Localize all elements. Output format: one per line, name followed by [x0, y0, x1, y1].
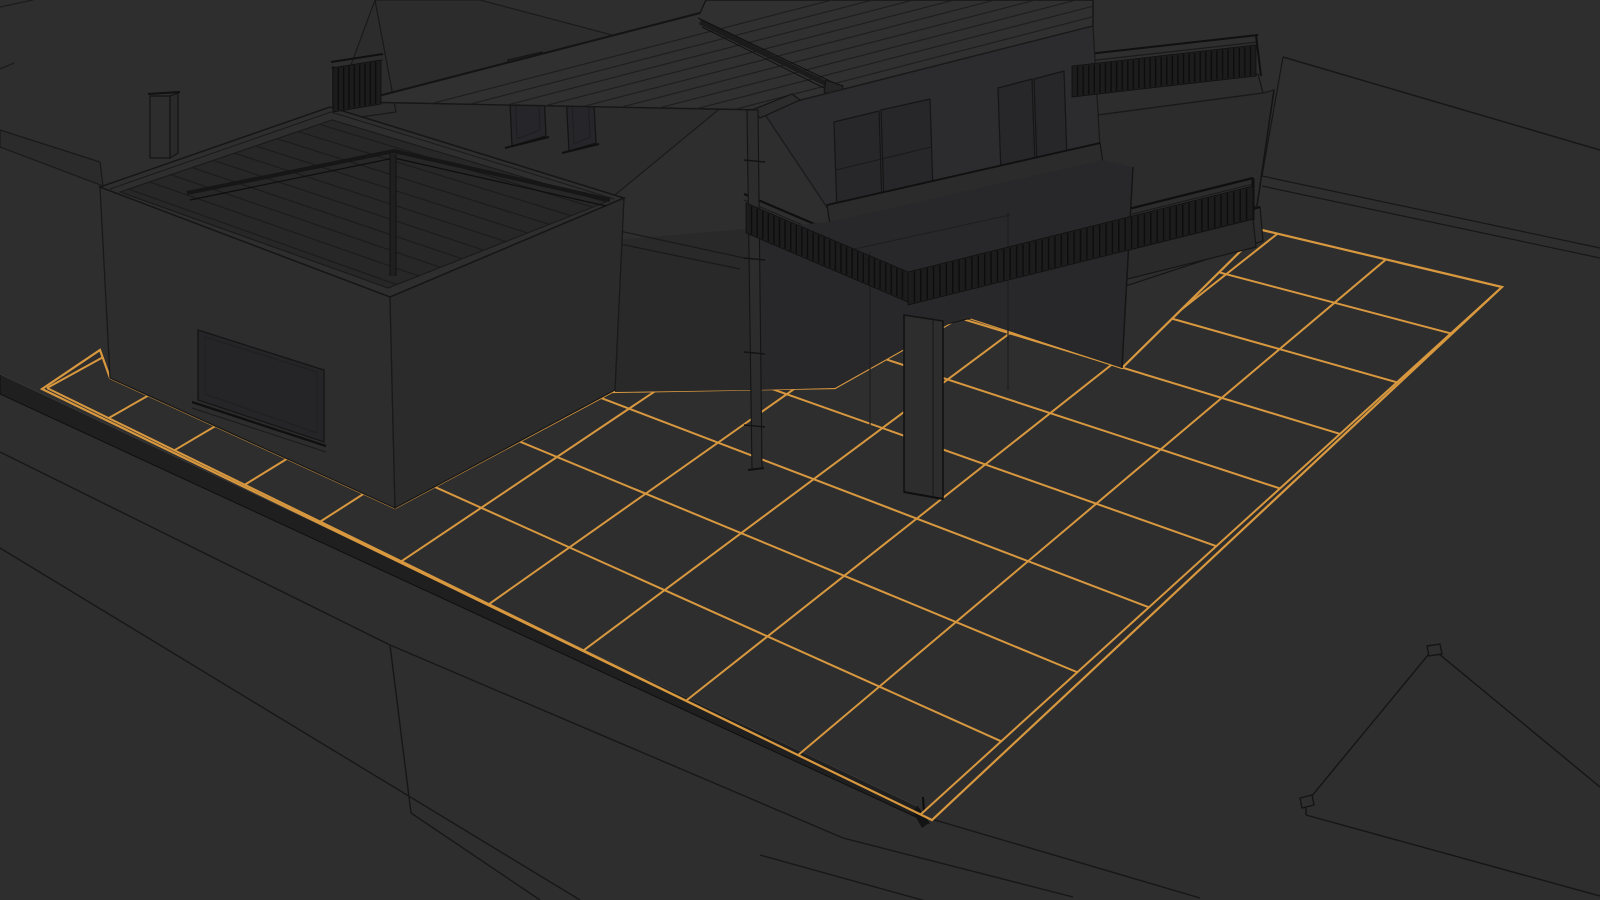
- small-marker-tick: [923, 797, 924, 812]
- ground-floor-west: [615, 228, 757, 392]
- wireframe-scene: [0, 0, 1600, 900]
- viewport-3d[interactable]: [0, 0, 1600, 900]
- chimney: [148, 92, 180, 158]
- pillar: [904, 315, 943, 499]
